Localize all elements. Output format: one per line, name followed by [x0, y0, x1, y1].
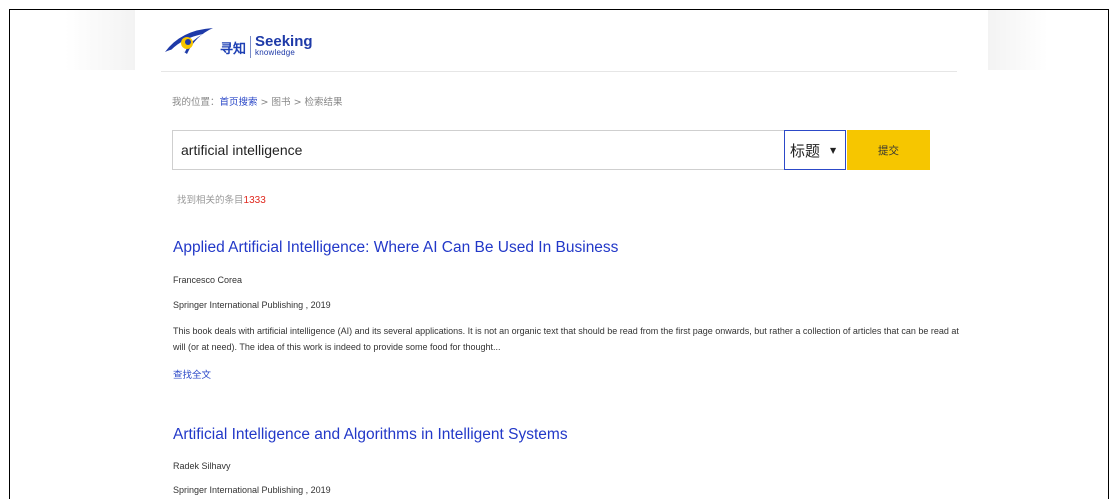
submit-button[interactable]: 提交: [847, 130, 930, 170]
breadcrumb-prefix: 我的位置：: [172, 97, 220, 108]
breadcrumb-home-link[interactable]: 首页搜索: [220, 97, 258, 108]
result-title-link[interactable]: Artificial Intelligence and Algorithms i…: [173, 426, 963, 444]
logo-chinese-text: 寻知: [220, 41, 247, 57]
result-author: Francesco Corea: [173, 275, 243, 285]
find-fulltext-link[interactable]: 查找全文: [173, 367, 211, 381]
breadcrumb-current: 检索结果: [304, 97, 343, 108]
search-input[interactable]: [172, 130, 785, 170]
breadcrumb-books: 图书: [271, 97, 291, 108]
logo-seeking-text: Seeking: [255, 32, 313, 50]
logo-english-text: Seeking knowledge: [255, 34, 313, 57]
result-count-label: 找到相关的条目: [177, 195, 244, 206]
header-fade-right: [988, 10, 1048, 70]
result-abstract: This book deals with artificial intellig…: [173, 326, 959, 352]
result-count: 找到相关的条目1333: [177, 192, 266, 206]
dropdown-arrow-icon: ▼: [830, 145, 837, 155]
search-field-select[interactable]: 标题 ▼: [784, 130, 846, 170]
result-item: Applied Artificial Intelligence: Where A…: [173, 239, 963, 381]
breadcrumb-separator: >: [257, 97, 272, 108]
breadcrumb: 我的位置：首页搜索 > 图书 > 检索结果: [172, 94, 343, 108]
result-count-number: 1333: [243, 195, 266, 206]
result-title-link[interactable]: Applied Artificial Intelligence: Where A…: [173, 239, 963, 257]
header-divider: [161, 71, 957, 72]
breadcrumb-separator: >: [290, 97, 305, 108]
result-author: Radek Silhavy: [173, 461, 231, 471]
result-publisher: Springer International Publishing , 2019: [173, 300, 331, 310]
logo-divider: [250, 36, 252, 58]
eye-logo-icon: [165, 28, 213, 54]
result-item: Artificial Intelligence and Algorithms i…: [173, 426, 963, 495]
logo-knowledge-text: knowledge: [255, 47, 296, 57]
result-publisher: Springer International Publishing , 2019: [173, 485, 331, 495]
header-fade-left: [65, 10, 135, 70]
site-logo[interactable]: 寻知 Seeking knowledge: [163, 20, 383, 64]
search-field-selected-value: 标题: [790, 141, 821, 160]
